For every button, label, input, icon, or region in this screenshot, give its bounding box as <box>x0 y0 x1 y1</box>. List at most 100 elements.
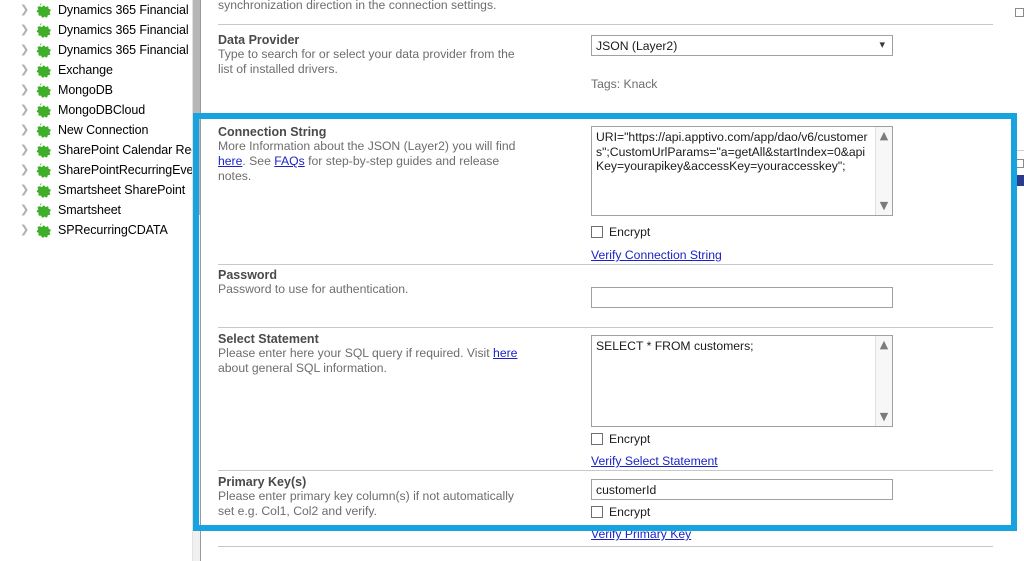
tree-item-label: SharePointRecurringEvent <box>58 163 192 177</box>
chevron-right-icon[interactable]: ❯ <box>20 145 30 155</box>
select-statement-scrollbar[interactable]: ▲ ▼ <box>875 336 892 426</box>
plug-icon <box>36 162 52 178</box>
tree-item[interactable]: ❯ New Connection <box>0 120 192 140</box>
tree-item-label: Smartsheet <box>58 203 121 217</box>
plug-icon <box>36 82 52 98</box>
chevron-right-icon[interactable]: ❯ <box>20 165 30 175</box>
connection-string-description: More Information about the JSON (Layer2)… <box>218 139 518 184</box>
connections-tree-panel: ❯ Dynamics 365 Financial Op ❯ Dynamics 365 … <box>0 0 192 561</box>
plug-icon <box>36 2 52 18</box>
tree-item[interactable]: ❯ Dynamics 365 Financial Op <box>0 20 192 40</box>
tree-item[interactable]: ❯ Smartsheet SharePoint <box>0 180 192 200</box>
select-statement-textarea-wrap: ▲ ▼ <box>591 335 893 427</box>
select-statement-encrypt-checkbox[interactable] <box>591 433 603 445</box>
select-statement-title: Select Statement <box>218 332 319 346</box>
scroll-up-icon[interactable]: ▲ <box>876 337 892 353</box>
section-divider-2 <box>218 116 993 117</box>
chevron-right-icon[interactable]: ❯ <box>20 85 30 95</box>
password-description: Password to use for authentication. <box>218 282 518 297</box>
plug-icon <box>36 222 52 238</box>
section-select-statement: Select Statement Please enter here your … <box>202 0 1008 92</box>
tree-item[interactable]: ❯ SharePoint Calendar Recu <box>0 140 192 160</box>
password-input[interactable] <box>591 287 893 308</box>
primary-keys-input[interactable] <box>591 479 893 500</box>
plug-icon <box>36 122 52 138</box>
primary-keys-description: Please enter primary key column(s) if no… <box>218 489 518 519</box>
plug-icon <box>36 202 52 218</box>
chevron-right-icon[interactable]: ❯ <box>20 225 30 235</box>
tree-item-label: Dynamics 365 Financial Op <box>58 43 192 57</box>
right-strip-checkbox-1[interactable] <box>1015 8 1024 17</box>
chevron-right-icon[interactable]: ❯ <box>20 185 30 195</box>
connections-tree-list: ❯ Dynamics 365 Financial Op ❯ Dynamics 365 … <box>0 0 192 240</box>
tree-item-label: Exchange <box>58 63 113 77</box>
right-strip-checkbox-2[interactable] <box>1015 159 1024 168</box>
verify-select-statement-link[interactable]: Verify Select Statement <box>591 454 718 468</box>
tree-item-label: MongoDB <box>58 83 113 97</box>
connection-string-here-link[interactable]: here <box>218 154 242 168</box>
right-strip-selected-item[interactable] <box>1015 175 1024 186</box>
scroll-down-icon[interactable]: ▼ <box>876 198 892 214</box>
tree-item-label: MongoDBCloud <box>58 103 145 117</box>
chevron-right-icon[interactable]: ❯ <box>20 25 30 35</box>
connection-string-faqs-link[interactable]: FAQs <box>274 154 304 168</box>
sidebar-scrollbar[interactable] <box>192 0 200 561</box>
section-divider-5 <box>218 470 993 471</box>
tree-item[interactable]: ❯ Smartsheet <box>0 200 192 220</box>
tree-item-label: Dynamics 365 Financial Op <box>58 23 192 37</box>
chevron-right-icon[interactable]: ❯ <box>20 45 30 55</box>
tree-item[interactable]: ❯ SharePointRecurringEvent <box>0 160 192 180</box>
primary-keys-encrypt-row[interactable]: Encrypt <box>591 505 650 519</box>
select-statement-encrypt-label: Encrypt <box>609 432 650 446</box>
cs-desc-part1: More Information about the JSON (Layer2)… <box>218 139 515 153</box>
connection-string-encrypt-row[interactable]: Encrypt <box>591 225 650 239</box>
chevron-right-icon[interactable]: ❯ <box>20 105 30 115</box>
tree-item-label: Smartsheet SharePoint <box>58 183 185 197</box>
connection-string-textarea[interactable] <box>592 127 876 213</box>
ss-desc-part1: Please enter here your SQL query if requ… <box>218 346 493 360</box>
right-edge-panel <box>1009 0 1024 561</box>
tree-item[interactable]: ❯ Dynamics 365 Financial Op <box>0 0 192 20</box>
verify-primary-key-link[interactable]: Verify Primary Key <box>591 527 691 541</box>
tree-item[interactable]: ❯ Exchange <box>0 60 192 80</box>
section-divider-4 <box>218 327 993 328</box>
tree-item[interactable]: ❯ MongoDBCloud <box>0 100 192 120</box>
connection-string-textarea-wrap: ▲ ▼ <box>591 126 893 216</box>
connection-string-encrypt-label: Encrypt <box>609 225 650 239</box>
verify-connection-string-link[interactable]: Verify Connection String <box>591 248 722 262</box>
primary-keys-encrypt-checkbox[interactable] <box>591 506 603 518</box>
ss-desc-part2: about general SQL information. <box>218 361 387 375</box>
chevron-right-icon[interactable]: ❯ <box>20 65 30 75</box>
panel-divider-left <box>200 0 201 561</box>
tree-item[interactable]: ❯SPRecurringCDATA <box>0 220 192 240</box>
connection-string-title: Connection String <box>218 125 326 139</box>
password-title: Password <box>218 268 277 282</box>
chevron-right-icon[interactable]: ❯ <box>20 125 30 135</box>
tree-item-label: New Connection <box>58 123 148 137</box>
select-statement-description: Please enter here your SQL query if requ… <box>218 346 518 376</box>
scroll-up-icon[interactable]: ▲ <box>876 128 892 144</box>
plug-icon <box>36 182 52 198</box>
plug-icon <box>36 102 52 118</box>
select-statement-here-link[interactable]: here <box>493 346 517 360</box>
plug-icon <box>36 62 52 78</box>
scroll-down-icon[interactable]: ▼ <box>876 409 892 425</box>
section-divider-3 <box>218 264 993 265</box>
chevron-right-icon[interactable]: ❯ <box>20 205 30 215</box>
select-statement-encrypt-row[interactable]: Encrypt <box>591 432 650 446</box>
right-strip-divider-1 <box>1013 150 1024 151</box>
tree-item[interactable]: ❯ Dynamics 365 Financial Op <box>0 40 192 60</box>
section-divider-6 <box>218 546 993 547</box>
tree-item-label: Dynamics 365 Financial Op <box>58 3 192 17</box>
tree-item-label: SharePoint Calendar Recu <box>58 143 192 157</box>
connection-string-encrypt-checkbox[interactable] <box>591 226 603 238</box>
tree-item[interactable]: ❯ MongoDB <box>0 80 192 100</box>
plug-icon <box>36 142 52 158</box>
chevron-right-icon[interactable]: ❯ <box>20 5 30 15</box>
connection-string-scrollbar[interactable]: ▲ ▼ <box>875 127 892 215</box>
plug-icon <box>36 22 52 38</box>
plug-icon <box>36 42 52 58</box>
select-statement-textarea[interactable] <box>592 336 876 424</box>
cs-desc-part2: . See <box>242 154 274 168</box>
sidebar-scrollbar-thumb[interactable] <box>193 0 200 215</box>
